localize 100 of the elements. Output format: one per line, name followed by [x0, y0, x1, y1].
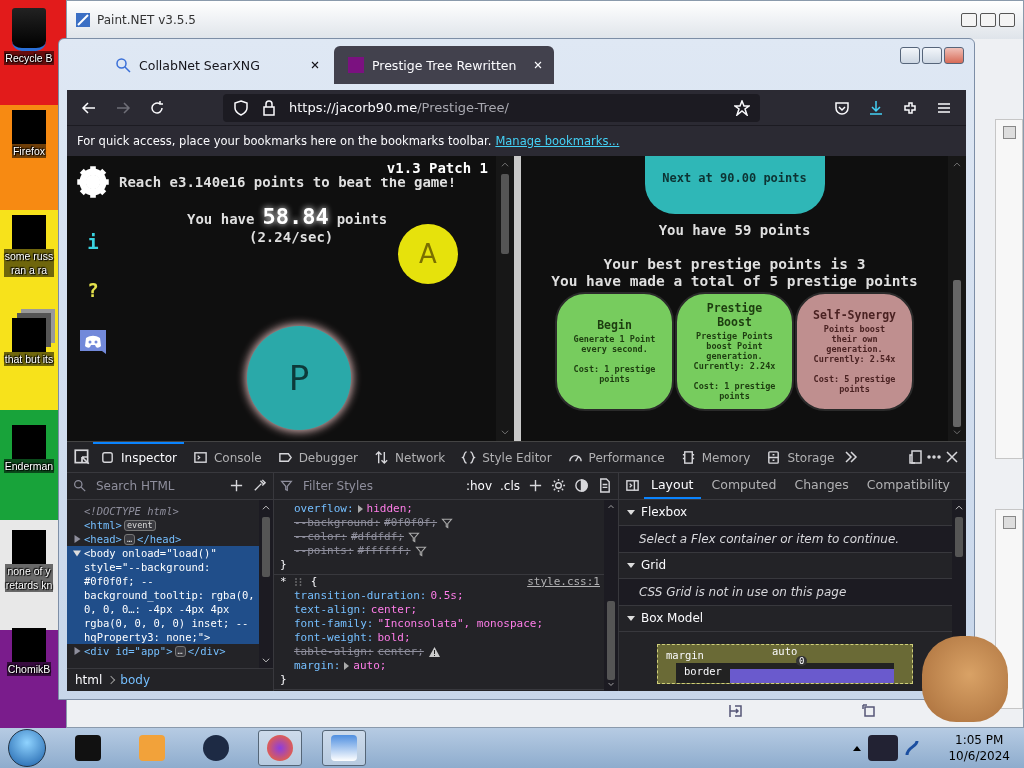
manage-bookmarks-link[interactable]: Manage bookmarks...	[495, 133, 620, 148]
scroll-down-icon[interactable]	[261, 655, 271, 665]
scrollbar-thumb[interactable]	[607, 600, 615, 681]
settings-icon[interactable]	[75, 163, 111, 200]
scrollbar-thumb[interactable]	[501, 173, 509, 254]
pick-element-icon[interactable]	[73, 447, 91, 466]
css-declaration[interactable]: font-family: "Inconsolata", monospace;	[280, 616, 600, 631]
css-declaration[interactable]: table-align: center;	[280, 644, 600, 659]
scrollbar-thumb[interactable]	[955, 516, 963, 557]
css-declaration[interactable]: font-weight: bold;	[280, 630, 600, 645]
contrast-icon[interactable]	[574, 478, 589, 494]
css-declaration[interactable]: --points: #ffffff;	[280, 543, 600, 558]
upgrade-card[interactable]: Begin Generate 1 Point every second. Cost: 1 prestige points	[555, 291, 674, 411]
search-field[interactable]: Search HTML	[94, 477, 221, 494]
css-declaration[interactable]: --background: #0f0f0f;	[280, 515, 600, 530]
document-icon[interactable]	[597, 478, 612, 494]
markup-line[interactable]: <!DOCTYPE html>	[67, 503, 259, 518]
layer-node[interactable]: A	[398, 223, 458, 284]
css-declaration[interactable]: transition-duration: 0.5s;	[280, 588, 600, 603]
scrollbar-thumb[interactable]	[953, 279, 961, 427]
maximize-button[interactable]	[922, 47, 942, 64]
close-button[interactable]	[944, 47, 964, 64]
filter-icon[interactable]	[441, 516, 454, 529]
close-button[interactable]	[1002, 516, 1016, 529]
toggle-button[interactable]: :hov	[465, 478, 492, 493]
search-icon[interactable]	[73, 479, 86, 493]
filter-field[interactable]: Filter Styles	[301, 477, 458, 494]
desktop-icon-label[interactable]: Enderman	[3, 459, 55, 473]
desktop-icon-label[interactable]: Recycle B	[4, 51, 54, 65]
add-icon[interactable]	[528, 478, 543, 494]
address-bar[interactable]: https://jacorb90.me/Prestige-Tree/	[223, 93, 760, 122]
recycle-bin-icon[interactable]	[12, 8, 46, 51]
storage-icon[interactable]	[766, 450, 782, 466]
browser-tab[interactable]: CollabNet SearXNG	[101, 46, 331, 85]
css-declaration[interactable]: overflow: hidden;	[280, 501, 600, 516]
fit-icon[interactable]	[727, 703, 743, 719]
prestige-button[interactable]: Next at 90.00 points	[644, 155, 825, 214]
forward-arrow-icon[interactable]	[115, 99, 131, 116]
scrollbar[interactable]	[496, 155, 514, 441]
close-button[interactable]	[1002, 126, 1016, 139]
style-icon[interactable]	[461, 450, 477, 466]
breadcrumb[interactable]: body	[120, 673, 151, 687]
devtools-tab[interactable]: Debugger	[270, 441, 366, 472]
breadcrumb[interactable]: html	[75, 673, 103, 687]
browser-tab[interactable]: Prestige Tree Rewritten	[334, 46, 554, 85]
sun-icon[interactable]	[551, 478, 566, 494]
css-declaration[interactable]: --color: #dfdfdf;	[280, 529, 600, 544]
resize-icon[interactable]	[861, 703, 877, 719]
info-button[interactable]: i	[87, 231, 99, 252]
memory-icon[interactable]	[680, 450, 696, 466]
filter-icon[interactable]	[280, 479, 293, 493]
sidebar-toggle-icon[interactable]	[625, 478, 640, 494]
desktop-icon-label[interactable]: Firefox	[11, 144, 47, 158]
filter-icon[interactable]	[407, 530, 420, 543]
markup-line[interactable]: <head> … </head>	[67, 531, 259, 546]
lock-icon[interactable]	[261, 99, 277, 116]
sidebar-tab[interactable]: Compatibility	[859, 472, 957, 499]
devtools-tab[interactable]: Style Editor	[454, 441, 559, 472]
start-button[interactable]	[8, 729, 46, 767]
console-icon[interactable]	[193, 450, 208, 466]
shield-icon[interactable]	[233, 99, 249, 116]
star-icon[interactable]	[734, 99, 750, 116]
layer-node[interactable]: P	[247, 325, 351, 430]
add-icon[interactable]	[229, 478, 244, 494]
sidebar-tab[interactable]: Layout	[644, 472, 701, 499]
expand-triangle-icon[interactable]	[73, 646, 81, 655]
devtools-tab[interactable]: Memory	[673, 441, 758, 472]
devtools-tab[interactable]: Storage	[759, 441, 842, 472]
stylesheet-link[interactable]: style.css:1	[527, 574, 600, 589]
scrollbar-thumb[interactable]	[262, 516, 270, 577]
caret-icon[interactable]	[852, 744, 863, 752]
close-icon[interactable]	[944, 448, 960, 465]
filter-icon[interactable]	[414, 544, 427, 557]
inspector-icon[interactable]	[100, 450, 115, 466]
expand-triangle-icon[interactable]	[344, 661, 350, 670]
responsive-icon[interactable]	[908, 448, 924, 465]
expand-triangle-icon[interactable]	[73, 534, 81, 543]
minimize-button[interactable]	[961, 13, 977, 27]
expand-triangle-icon[interactable]	[73, 548, 81, 557]
close-button[interactable]	[999, 13, 1015, 27]
expand-triangle-icon[interactable]	[357, 504, 363, 513]
maximize-button[interactable]	[980, 13, 996, 27]
devtools-tab[interactable]: Performance	[560, 441, 672, 472]
upgrade-card[interactable]: Self-Synergy Points boost their own generation. Currently: 2.54x Cost: 5 prestige points	[795, 291, 914, 411]
clock[interactable]: 1:05 PM 10/6/2024	[948, 732, 1010, 764]
desktop-icon-label[interactable]: that but its	[3, 352, 55, 366]
pocket-icon[interactable]	[834, 99, 850, 116]
scrollbar[interactable]	[948, 155, 966, 441]
devtools-tab[interactable]: Inspector	[93, 441, 184, 472]
upgrade-card[interactable]: Prestige Boost Prestige Points boost Point generation. Currently: 2.24x Cost: 1 prestige points	[675, 291, 794, 411]
back-arrow-icon[interactable]	[81, 99, 97, 116]
markup-line[interactable]: <div id="app"> … </div>	[67, 643, 259, 658]
desktop-icon-label[interactable]: none of y retards kn	[4, 564, 54, 592]
desktop-icon-label[interactable]: ChomikB	[6, 662, 52, 676]
taskbar-app-button[interactable]	[322, 730, 366, 766]
devtools-tab[interactable]: Console	[186, 441, 269, 472]
reload-icon[interactable]	[149, 99, 165, 116]
desktop-icon-label[interactable]: some russ ran a ra	[3, 249, 55, 277]
devtools-tab[interactable]: Network	[367, 441, 453, 472]
minimize-button[interactable]	[900, 47, 920, 64]
